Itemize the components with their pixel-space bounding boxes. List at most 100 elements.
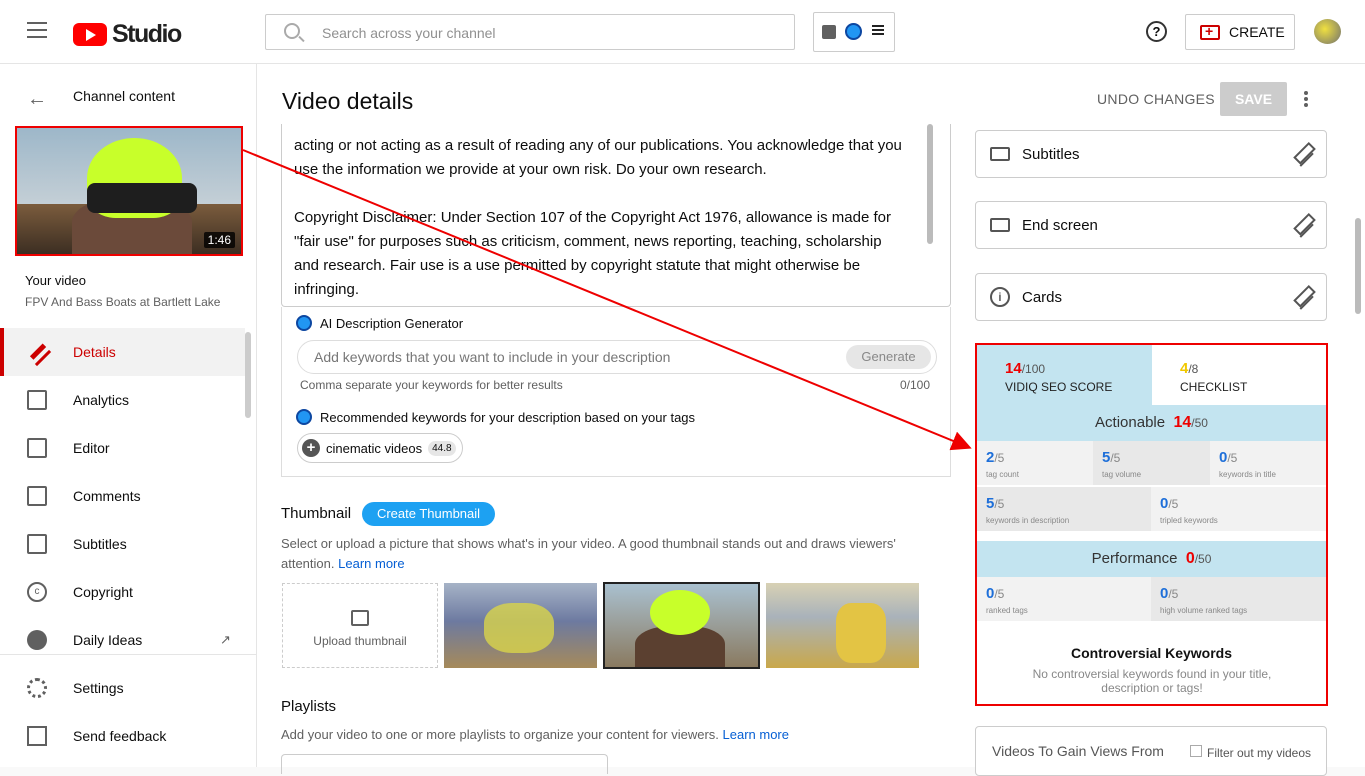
videos-gain-title: Videos To Gain Views From <box>992 743 1164 759</box>
main-scrollbar[interactable] <box>1355 218 1361 314</box>
help-icon[interactable]: ? <box>1146 21 1167 42</box>
card-label: Cards <box>1022 288 1063 306</box>
save-button[interactable]: SAVE <box>1220 82 1287 116</box>
description-field[interactable]: acting or not acting as a result of read… <box>281 124 951 307</box>
ai-generator-title: AI Description Generator <box>296 315 463 331</box>
recommended-keywords-label: Recommended keywords for your descriptio… <box>296 409 695 425</box>
edit-pencil-icon[interactable] <box>1288 212 1314 238</box>
sidebar: ← Channel content 1:46 Your video FPV An… <box>0 64 257 767</box>
sidebar-item-label: Daily Ideas <box>73 632 143 648</box>
sidebar-item-editor[interactable]: Editor <box>0 424 245 472</box>
top-bar: Studio Search across your channel ? CREA… <box>0 0 1365 64</box>
sidebar-item-details[interactable]: Details <box>0 328 245 376</box>
tab-checklist[interactable]: 4/8 CHECKLIST <box>1152 345 1326 405</box>
analytics-ext-icon[interactable] <box>822 25 836 39</box>
playlist-select[interactable] <box>281 754 608 774</box>
videos-to-gain-views-panel: Videos To Gain Views From Filter out my … <box>975 726 1327 776</box>
editor-icon <box>27 438 47 458</box>
recommended-text: Recommended keywords for your descriptio… <box>320 409 696 425</box>
ai-hint: Comma separate your keywords for better … <box>300 378 563 392</box>
playlists-heading: Playlists <box>281 698 337 715</box>
ai-title-text: AI Description Generator <box>320 315 464 331</box>
cards-card[interactable]: i Cards <box>975 273 1327 321</box>
create-label: CREATE <box>1229 24 1285 40</box>
subtitles-card[interactable]: Subtitles <box>975 130 1327 178</box>
add-image-icon <box>351 610 369 626</box>
description-paragraph: acting or not acting as a result of read… <box>294 137 902 178</box>
sidebar-item-label: Comments <box>73 488 141 504</box>
metric-keywords-in-description: 5/5 keywords in description <box>977 487 1151 531</box>
performance-label: Performance <box>1091 550 1178 567</box>
create-thumbnail-button[interactable]: Create Thumbnail <box>362 502 495 526</box>
studio-logo[interactable]: Studio <box>73 20 182 49</box>
sidebar-item-send-feedback[interactable]: Send feedback <box>0 712 245 760</box>
menu-icon[interactable] <box>27 22 47 38</box>
sidebar-item-copyright[interactable]: c Copyright <box>0 568 245 616</box>
info-icon: i <box>990 287 1010 307</box>
subtitles-icon <box>990 147 1010 161</box>
sidebar-item-comments[interactable]: Comments <box>0 472 245 520</box>
thumbnail-option-2-selected[interactable] <box>603 582 760 669</box>
avatar[interactable] <box>1314 19 1341 44</box>
playlists-desc-text: Add your video to one or more playlists … <box>281 727 719 742</box>
sidebar-item-daily-ideas[interactable]: Daily Ideas ↗ <box>0 616 245 664</box>
description-scrollbar[interactable] <box>927 124 933 244</box>
pencil-icon <box>22 337 52 367</box>
sidebar-item-label: Subtitles <box>73 536 127 552</box>
gear-icon <box>27 678 47 698</box>
thumbnail-option-3[interactable] <box>766 583 919 668</box>
playlists-learn-more-link[interactable]: Learn more <box>723 727 789 742</box>
channel-content-link[interactable]: Channel content <box>73 88 175 104</box>
search-placeholder: Search across your channel <box>322 25 496 41</box>
metric-ranked-tags: 0/5 ranked tags <box>977 577 1151 621</box>
vidiq-seo-panel: 14/100 VIDIQ SEO SCORE 4/8 CHECKLIST Act… <box>975 343 1328 706</box>
vidiq-icon[interactable] <box>845 23 862 40</box>
playlists-description: Add your video to one or more playlists … <box>281 727 789 742</box>
thumbnail-heading: Thumbnail <box>281 505 352 522</box>
sidebar-item-subtitles[interactable]: Subtitles <box>0 520 245 568</box>
edit-pencil-icon[interactable] <box>1288 141 1314 167</box>
thumbnail-learn-more-link[interactable]: Learn more <box>338 556 404 571</box>
controversial-keywords-title: Controversial Keywords <box>1070 645 1233 661</box>
ai-keywords-input[interactable]: Add keywords that you want to include in… <box>297 340 937 374</box>
comments-icon <box>27 486 47 506</box>
sidebar-item-label: Details <box>73 344 116 360</box>
seo-score-label: VIDIQ SEO SCORE <box>1005 380 1113 394</box>
sidebar-item-settings[interactable]: Settings <box>0 664 245 712</box>
filter-label: Filter out my videos <box>1207 746 1312 760</box>
description-paragraph: Copyright Disclaimer: Under Section 107 … <box>294 209 891 298</box>
edit-pencil-icon[interactable] <box>1288 284 1314 310</box>
thumbnail-option-1[interactable] <box>444 583 597 668</box>
list-icon[interactable] <box>872 25 884 35</box>
chip-score: 44.8 <box>428 440 456 456</box>
metric-tag-volume: 5/5 tag volume <box>1093 441 1210 485</box>
generate-button[interactable]: Generate <box>846 345 931 369</box>
search-input[interactable]: Search across your channel <box>265 14 795 50</box>
upload-thumbnail-button[interactable]: Upload thumbnail <box>282 583 438 668</box>
more-options-icon[interactable] <box>1304 91 1308 107</box>
keyword-chip[interactable]: + cinematic videos 44.8 <box>297 433 463 463</box>
page-title: Video details <box>282 88 414 114</box>
video-thumbnail[interactable]: 1:46 <box>15 126 243 256</box>
undo-changes-button[interactable]: UNDO CHANGES <box>1097 91 1215 107</box>
end-screen-card[interactable]: End screen <box>975 201 1327 249</box>
vidiq-icon <box>296 315 312 331</box>
create-video-icon <box>1200 23 1220 40</box>
sidebar-scrollbar[interactable] <box>245 332 251 418</box>
subtitles-icon <box>27 534 47 554</box>
sidebar-item-label: Analytics <box>73 392 130 408</box>
sidebar-item-analytics[interactable]: Analytics <box>0 376 245 424</box>
chip-label: cinematic videos <box>326 440 423 456</box>
sidebar-item-label: Settings <box>73 680 124 696</box>
performance-score: 0 <box>1185 550 1195 567</box>
filter-checkbox[interactable] <box>1190 745 1202 757</box>
tab-seo-score[interactable]: 14/100 VIDIQ SEO SCORE <box>977 345 1152 405</box>
back-arrow-icon[interactable]: ← <box>27 88 47 111</box>
card-label: End screen <box>1022 216 1098 234</box>
sidebar-item-label: Editor <box>73 440 110 456</box>
vidiq-icon <box>296 409 312 425</box>
metric-high-volume-ranked-tags: 0/5 high volume ranked tags <box>1151 577 1326 621</box>
plus-icon: + <box>302 439 320 457</box>
create-button[interactable]: CREATE <box>1185 14 1295 50</box>
actionable-header: Actionable 14/50 <box>977 405 1326 441</box>
